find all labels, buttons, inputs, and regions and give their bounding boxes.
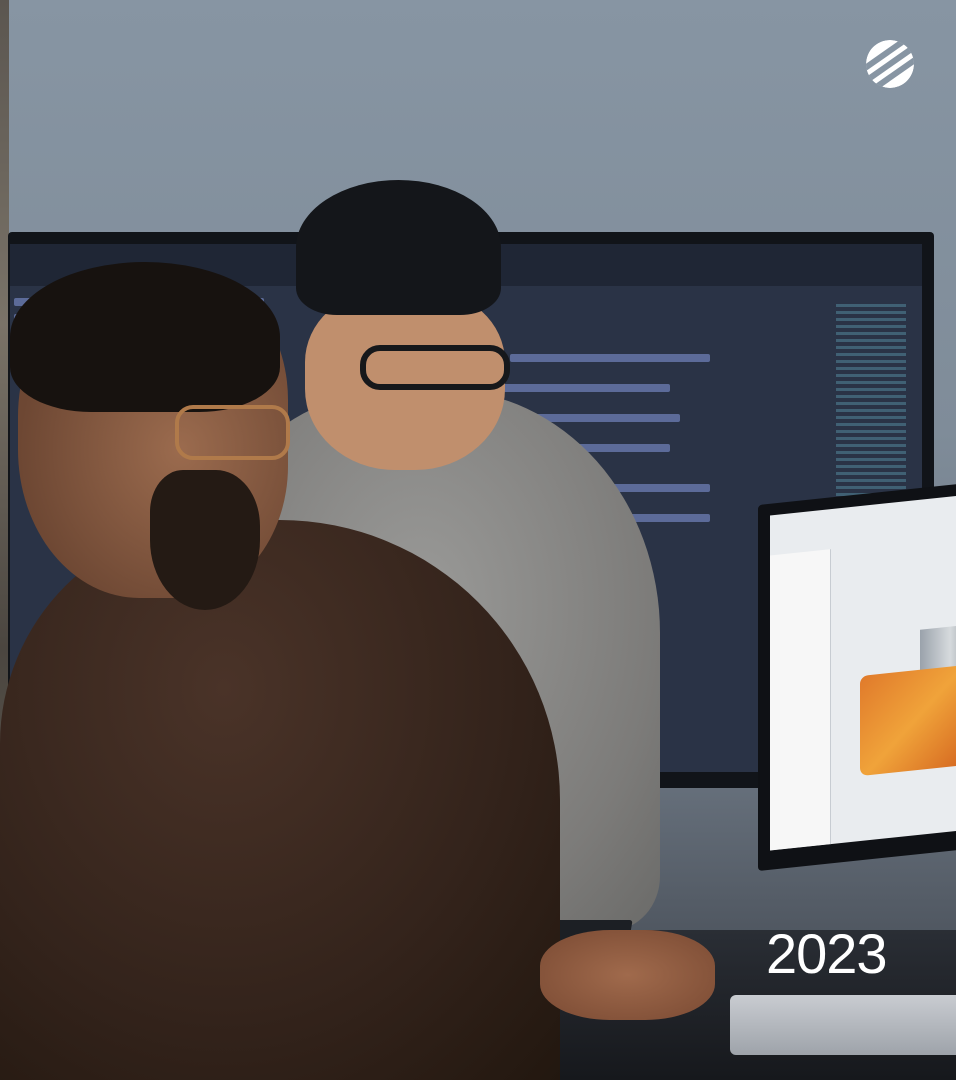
cad-feature-tree <box>770 549 831 851</box>
cad-software-screen <box>770 494 956 851</box>
person-front-hair <box>10 262 280 412</box>
year-label: 2023 <box>766 922 888 985</box>
beard <box>150 470 260 610</box>
laptop <box>730 995 956 1055</box>
person-brown-jacket <box>0 520 560 1080</box>
black-glasses <box>360 345 510 390</box>
striped-circle-logo-icon <box>866 40 914 88</box>
black-beanie <box>296 180 501 315</box>
code-minimap <box>836 304 906 504</box>
tortoise-glasses <box>175 405 290 460</box>
hand-on-mouse <box>540 930 715 1020</box>
cad-orange-part <box>860 664 956 777</box>
photo-scene: 2023 <box>0 0 956 1080</box>
